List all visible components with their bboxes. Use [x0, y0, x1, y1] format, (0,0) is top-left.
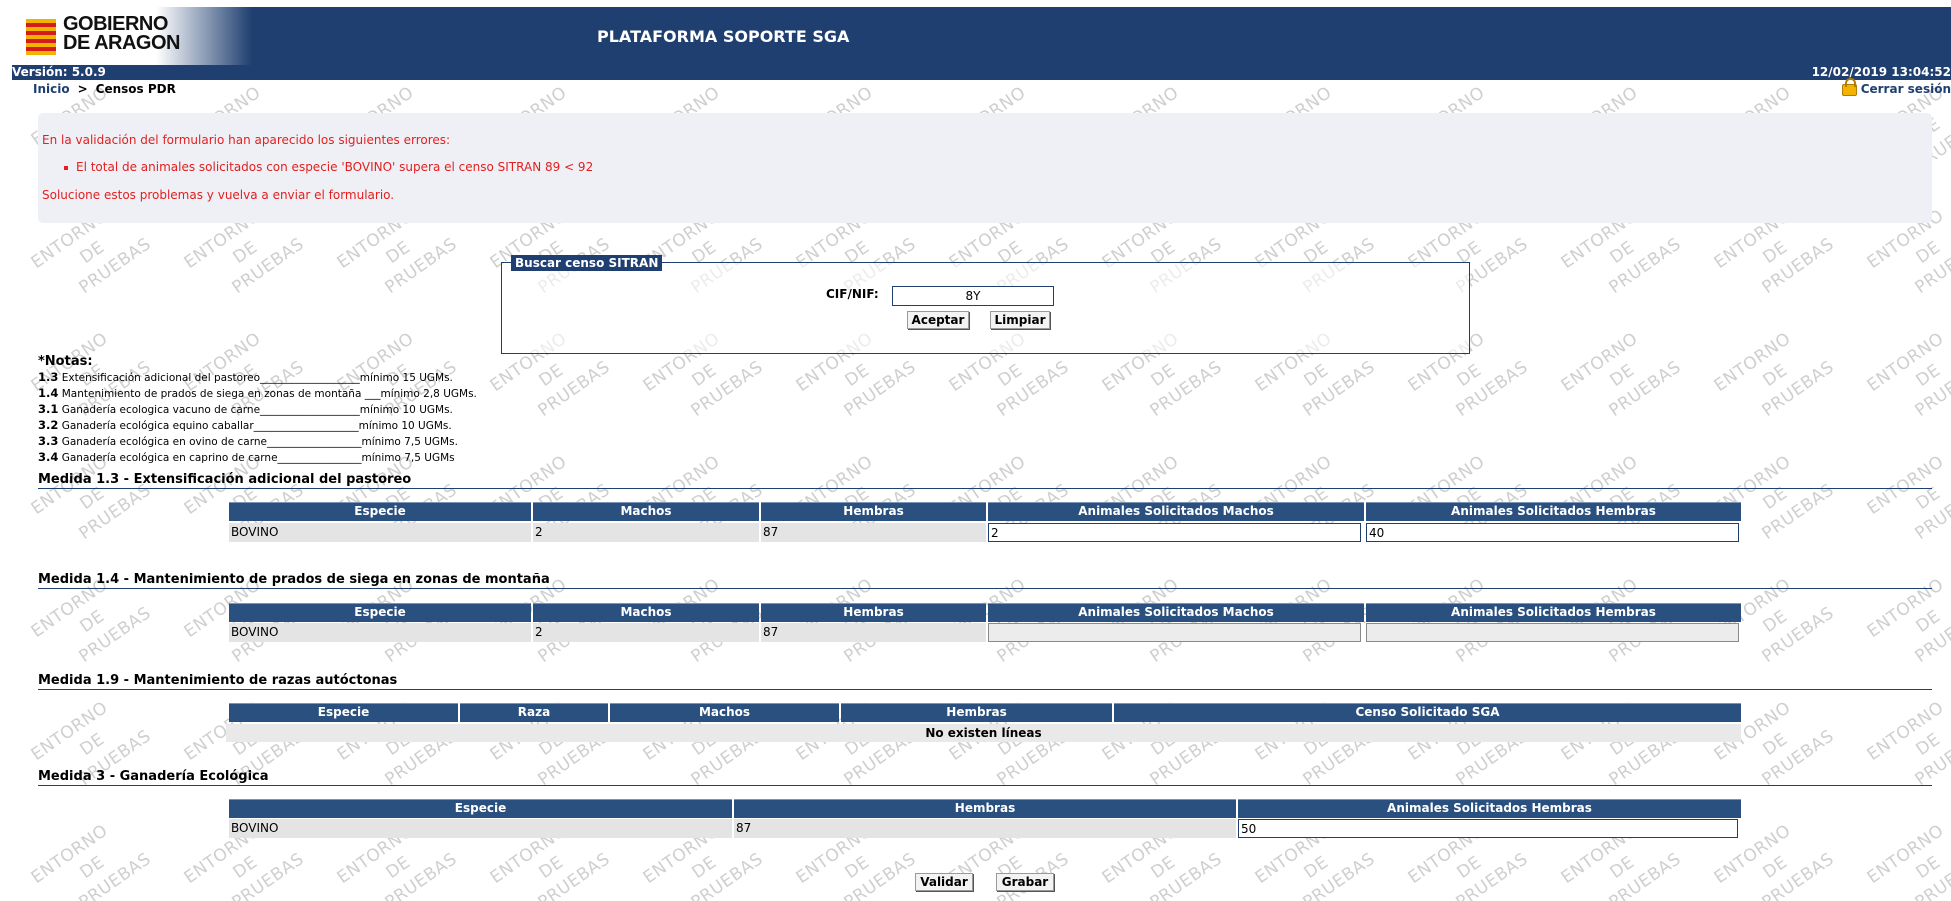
breadcrumb: Inicio > Censos PDR	[33, 82, 176, 96]
section-divider	[38, 488, 1932, 489]
clear-button[interactable]: Limpiar	[990, 311, 1050, 329]
watermark-text: ENTORNODEPRUEBAS	[1710, 328, 1838, 421]
logo-text: GOBIERNO DE ARAGON	[63, 13, 180, 54]
column-header: Hembras	[734, 799, 1236, 818]
note-code: 3.4	[38, 450, 59, 464]
cell-hembras: 87	[734, 819, 1236, 838]
save-button[interactable]: Grabar	[996, 873, 1054, 891]
note-text: Ganadería ecológica en ovino de carne___…	[61, 436, 458, 448]
logout-label: Cerrar sesión	[1860, 82, 1951, 96]
watermark-text: ENTORNODEPRUEBAS	[27, 697, 155, 790]
note-item: 3.1 Ganadería ecologica vacuno de carne_…	[38, 402, 477, 418]
search-sitran-fieldset: Buscar censo SITRAN CIF/NIF: Aceptar Lim…	[501, 255, 1470, 354]
aragon-flag-icon	[26, 19, 56, 55]
cell-especie: BOVINO	[229, 819, 732, 838]
section-title-1-3: Medida 1.3 - Extensificación adicional d…	[38, 472, 412, 487]
solicitados-hembras-input	[1366, 623, 1739, 642]
note-code: 3.3	[38, 434, 59, 448]
cell-especie: BOVINO	[229, 623, 531, 642]
version-label: Versión: 5.0.9	[12, 65, 106, 79]
notes-title: *Notas:	[38, 354, 93, 369]
lock-icon	[1841, 78, 1857, 96]
column-header: Hembras	[841, 703, 1112, 722]
column-header: Especie	[229, 703, 458, 722]
bullet-icon	[64, 166, 68, 170]
validate-button[interactable]: Validar	[915, 873, 973, 891]
column-header: Censo Solicitado SGA	[1114, 703, 1741, 722]
section-divider	[38, 689, 1932, 690]
note-text: Extensificación adicional del pastoreo__…	[61, 372, 453, 384]
cell-machos: 2	[533, 623, 759, 642]
note-code: 1.4	[38, 386, 59, 400]
error-intro: En la validación del formulario han apar…	[42, 133, 451, 147]
validation-error-box: En la validación del formulario han apar…	[38, 113, 1932, 223]
column-header: Animales Solicitados Machos	[988, 502, 1364, 521]
section-divider	[38, 588, 1932, 589]
note-item: 3.3 Ganadería ecológica en ovino de carn…	[38, 434, 477, 450]
note-code: 3.1	[38, 402, 59, 416]
column-header: Animales Solicitados Hembras	[1366, 603, 1741, 622]
version-bar: Versión: 5.0.9 12/02/2019 13:04:52	[12, 65, 1951, 80]
cell-especie: BOVINO	[229, 523, 531, 542]
gobierno-aragon-logo: GOBIERNO DE ARAGON	[12, 7, 252, 65]
column-header: Especie	[229, 603, 531, 622]
column-header: Animales Solicitados Hembras	[1238, 799, 1741, 818]
solicitados-machos-input[interactable]	[988, 523, 1361, 542]
logout-link[interactable]: Cerrar sesión	[1841, 78, 1951, 96]
watermark-text: ENTORNODEPRUEBAS	[1863, 574, 1951, 667]
note-text: Ganadería ecológica equino caballar_____…	[61, 420, 452, 432]
solicitados-machos-input	[988, 623, 1361, 642]
search-legend: Buscar censo SITRAN	[511, 255, 663, 271]
watermark-text: ENTORNODEPRUEBAS	[1863, 328, 1951, 421]
watermark-text: ENTORNODEPRUEBAS	[1557, 328, 1685, 421]
breadcrumb-separator: >	[77, 82, 88, 96]
note-text: Ganadería ecologica vacuno de carne_____…	[61, 404, 453, 416]
section-title-3: Medida 3 - Ganadería Ecológica	[38, 769, 269, 784]
cell-hembras: 87	[761, 523, 986, 542]
solicitados-hembras-input[interactable]	[1366, 523, 1739, 542]
column-header: Animales Solicitados Hembras	[1366, 502, 1741, 521]
section-title-1-9: Medida 1.9 - Mantenimiento de razas autó…	[38, 673, 398, 688]
column-header: Hembras	[761, 603, 986, 622]
column-header: Machos	[533, 502, 759, 521]
watermark-text: ENTORNODEPRUEBAS	[1863, 697, 1951, 790]
app-header	[12, 7, 1951, 65]
empty-table-message: No existen líneas	[226, 724, 1741, 742]
notes: *Notas: 1.3 Extensificación adicional de…	[38, 354, 477, 466]
watermark-text: ENTORNODEPRUEBAS	[1863, 451, 1951, 544]
breadcrumb-current: Censos PDR	[95, 82, 176, 96]
column-header: Hembras	[761, 502, 986, 521]
cell-machos: 2	[533, 523, 759, 542]
column-header: Machos	[533, 603, 759, 622]
accept-button[interactable]: Aceptar	[907, 311, 969, 329]
column-header: Animales Solicitados Machos	[988, 603, 1364, 622]
note-item: 3.2 Ganadería ecológica equino caballar_…	[38, 418, 477, 434]
cif-input[interactable]	[892, 286, 1054, 306]
note-item: 3.4 Ganadería ecológica en caprino de ca…	[38, 450, 477, 466]
cif-label: CIF/NIF:	[826, 287, 879, 301]
column-header: Especie	[229, 502, 531, 521]
watermark-text: ENTORNODEPRUEBAS	[1863, 820, 1951, 901]
note-text: Ganadería ecológica en caprino de carne_…	[61, 452, 455, 464]
note-item: 1.3 Extensificación adicional del pastor…	[38, 370, 477, 386]
app-title: PLATAFORMA SOPORTE SGA	[597, 27, 850, 46]
column-header: Raza	[460, 703, 608, 722]
error-item: El total de animales solicitados con esp…	[64, 160, 594, 174]
column-header: Especie	[229, 799, 732, 818]
error-item-text: El total de animales solicitados con esp…	[76, 160, 594, 174]
solicitados-hembras-input[interactable]	[1238, 819, 1738, 838]
column-header: Machos	[610, 703, 839, 722]
note-code: 1.3	[38, 370, 59, 384]
datetime-label: 12/02/2019 13:04:52	[1811, 65, 1951, 79]
section-divider	[38, 785, 1932, 786]
breadcrumb-home-link[interactable]: Inicio	[33, 82, 70, 96]
cell-hembras: 87	[761, 623, 986, 642]
note-text: Mantenimiento de prados de siega en zona…	[61, 388, 477, 400]
note-code: 3.2	[38, 418, 59, 432]
error-footer: Solucione estos problemas y vuelva a env…	[42, 188, 395, 202]
section-title-1-4: Medida 1.4 - Mantenimiento de prados de …	[38, 572, 550, 587]
note-item: 1.4 Mantenimiento de prados de siega en …	[38, 386, 477, 402]
watermark-text: ENTORNODEPRUEBAS	[27, 820, 155, 901]
